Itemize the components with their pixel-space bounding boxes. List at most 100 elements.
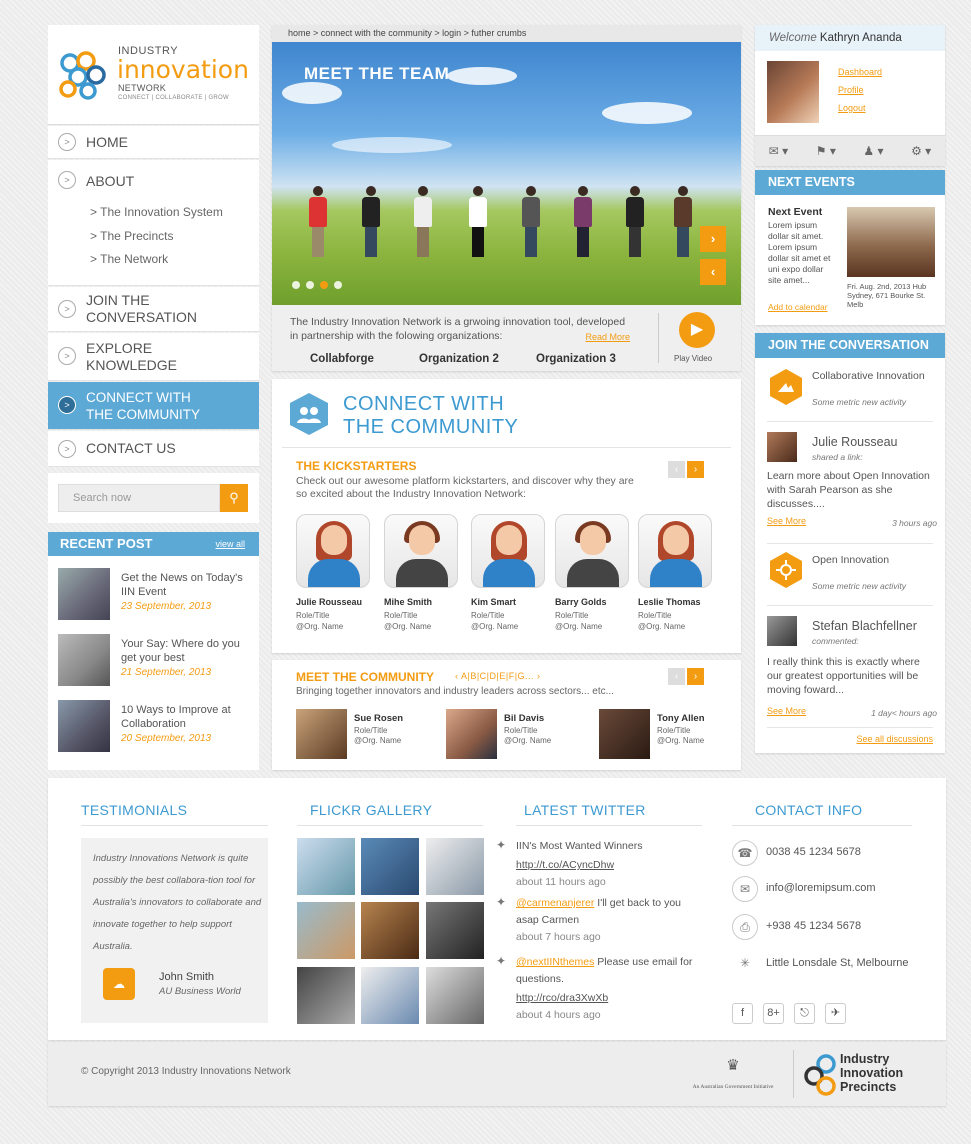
nav-join-conversation[interactable]: > JOIN THE CONVERSATION [48,287,259,332]
list-item[interactable]: Your Say: Where do you get your best 21 … [58,634,248,690]
slider-dot[interactable] [306,281,314,289]
next-arrow-button[interactable]: › [687,668,704,685]
list-item[interactable]: Get the News on Today's IIN Event 23 Sep… [58,568,248,624]
kickstarter-card[interactable]: Kim Smart Role/Title @Org. Name [471,514,545,632]
nav-home[interactable]: > HOME [48,126,259,159]
team-person [360,186,382,257]
slider-dot[interactable] [334,281,342,289]
tweet-link[interactable]: http://t.co/ACyncDhw [516,859,614,871]
play-video-button[interactable]: ▶ [679,312,715,348]
nav-about[interactable]: > ABOUT > The Innovation System > The Pr… [48,160,259,286]
see-more-link[interactable]: See More [767,516,806,526]
chevron-right-icon: > [58,300,76,318]
nav-sub-precincts[interactable]: > The Precincts [90,228,173,245]
nav-sub-innovation-system[interactable]: > The Innovation System [90,204,223,221]
gear-icon[interactable]: ⚙ ▾ [911,144,931,158]
user-icon[interactable]: ♟ ▾ [863,144,883,158]
flickr-photo[interactable] [297,838,355,895]
flickr-photo[interactable] [297,902,355,959]
see-more-link[interactable]: See More [767,706,806,716]
person-name: Mihe Smith [384,597,433,607]
hero-description: The Industry Innovation Network is a grw… [290,315,630,344]
prev-arrow-button[interactable]: ‹ [668,668,685,685]
group-activity: Some metric new activity [812,581,906,591]
person-role: Role/Title [296,611,330,620]
breadcrumb[interactable]: home > connect with the community > logi… [272,25,741,42]
event-photo[interactable] [847,207,935,277]
flickr-photo[interactable] [426,967,484,1024]
nav-sub-network[interactable]: > The Network [90,251,168,268]
chevron-right-icon: > [58,439,76,458]
list-item[interactable]: 10 Ways to Improve at Collaboration 20 S… [58,700,248,756]
logout-link[interactable]: Logout [838,103,866,113]
nav-contact-us[interactable]: > CONTACT US [48,431,259,467]
site-logo[interactable]: INDUSTRY innovation NETWORK CONNECT | CO… [48,25,259,125]
tweet-handle[interactable]: @carmenanjerer [516,897,594,909]
flickr-photo[interactable] [361,838,419,895]
flickr-photo[interactable] [297,967,355,1024]
divider [282,447,731,448]
slider-next-button[interactable]: › [700,226,726,252]
flag-icon[interactable]: ⚑ ▾ [816,144,836,158]
flickr-photo[interactable] [426,838,484,895]
precincts-logo-text[interactable]: Industry Innovation Precincts [840,1052,903,1094]
next-arrow-button[interactable]: › [687,461,704,478]
add-to-calendar-link[interactable]: Add to calendar [768,302,828,312]
tweet-handle[interactable]: @nextIINthemes [516,956,594,968]
search-input[interactable]: Search now [58,484,220,512]
facebook-icon[interactable]: f [732,1003,753,1024]
logo-line-2: innovation [117,55,249,84]
nav-connect-community[interactable]: > CONNECT WITH THE COMMUNITY [48,382,259,430]
divider [767,421,933,422]
event-title[interactable]: Next Event [768,206,822,218]
kickstarter-card[interactable]: Julie Rousseau Role/Title @Org. Name [296,514,370,632]
avatar[interactable] [767,432,797,462]
flickr-photo[interactable] [426,902,484,959]
divider [658,313,659,363]
mail-icon[interactable]: ✉ ▾ [769,144,788,158]
kickstarter-card[interactable]: Leslie Thomas Role/Title @Org. Name [638,514,712,632]
group-item[interactable]: Open Innovation Some metric new activity [767,551,937,595]
tweet-link[interactable]: http://rco/dra3XwXb [516,992,608,1004]
government-logo[interactable]: ♛ An Australian Government Initiative [673,1056,793,1096]
group-item[interactable]: Collaborative Innovation Some metric new… [767,368,937,412]
alphabet-filter[interactable]: ‹ A|B|C|D|E|F|G... › [455,671,541,681]
team-person [467,186,489,257]
precincts-line-2: Innovation [840,1066,904,1080]
kickstarter-card[interactable]: Mihe Smith Role/Title @Org. Name [384,514,458,632]
avatar [599,709,650,759]
post-thumbnail [58,634,110,686]
flickr-heading: FLICKR GALLERY [310,802,433,818]
slider-prev-button[interactable]: ‹ [700,259,726,285]
prev-arrow-button[interactable]: ‹ [668,461,685,478]
avatar[interactable] [767,616,797,646]
activity-item: Stefan Blachfellner commented: I really … [767,616,937,724]
cloud-shape [332,137,452,153]
rss-icon[interactable]: ⎋ [794,1003,815,1024]
profile-link[interactable]: Profile [838,85,864,95]
nav-join-label-1: JOIN THE [86,292,150,308]
join-conversation-title: JOIN THE CONVERSATION [755,333,945,358]
person-org: @Org. Name [555,622,603,631]
see-all-discussions-link[interactable]: See all discussions [856,734,933,744]
kickstarter-card[interactable]: Barry Golds Role/Title @Org. Name [555,514,629,632]
slider-dot[interactable] [292,281,300,289]
email-address[interactable]: info@loremipsum.com [766,882,876,894]
read-more-link[interactable]: Read More [585,330,630,344]
chevron-right-icon: > [58,133,76,151]
slider-dot-active[interactable] [320,281,328,289]
nav-explore-knowledge[interactable]: > EXPLORE KNOWLEDGE [48,333,259,381]
flickr-photo[interactable] [361,902,419,959]
flickr-photo[interactable] [361,967,419,1024]
join-conversation-panel: JOIN THE CONVERSATION Collaborative Inno… [755,333,945,753]
recent-view-all-link[interactable]: view all [215,532,245,556]
person-role: Role/Title [384,611,418,620]
twitter-icon[interactable]: ✈ [825,1003,846,1024]
avatar[interactable] [767,61,819,123]
activity-user[interactable]: Julie Rousseau [812,435,897,449]
dashboard-link[interactable]: Dashboard [838,67,882,77]
person-name: Julie Rousseau [296,597,363,607]
activity-user[interactable]: Stefan Blachfellner [812,619,917,633]
google-plus-icon[interactable]: 8+ [763,1003,784,1024]
search-button[interactable]: ⚲ [220,484,248,512]
